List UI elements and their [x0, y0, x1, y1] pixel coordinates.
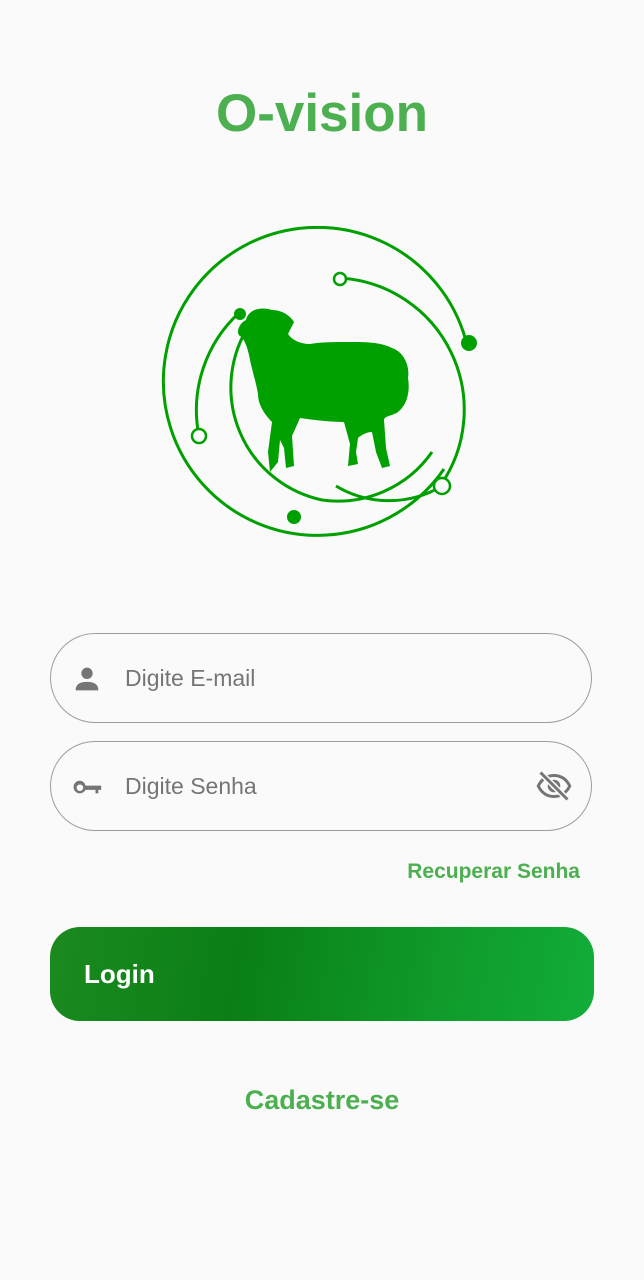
key-icon [73, 780, 102, 794]
sheep-circuit-logo [161, 226, 477, 537]
email-field[interactable] [50, 633, 592, 723]
login-button[interactable]: Login [50, 927, 594, 1021]
password-input[interactable] [125, 742, 525, 830]
recover-password-link[interactable]: Recuperar Senha [407, 858, 580, 886]
eye-off-icon[interactable] [535, 768, 573, 804]
signup-link[interactable]: Cadastre-se [0, 1082, 644, 1118]
password-field[interactable] [50, 741, 592, 831]
person-icon [75, 667, 99, 691]
email-input[interactable] [125, 634, 525, 722]
app-title: O-vision [215, 84, 429, 143]
